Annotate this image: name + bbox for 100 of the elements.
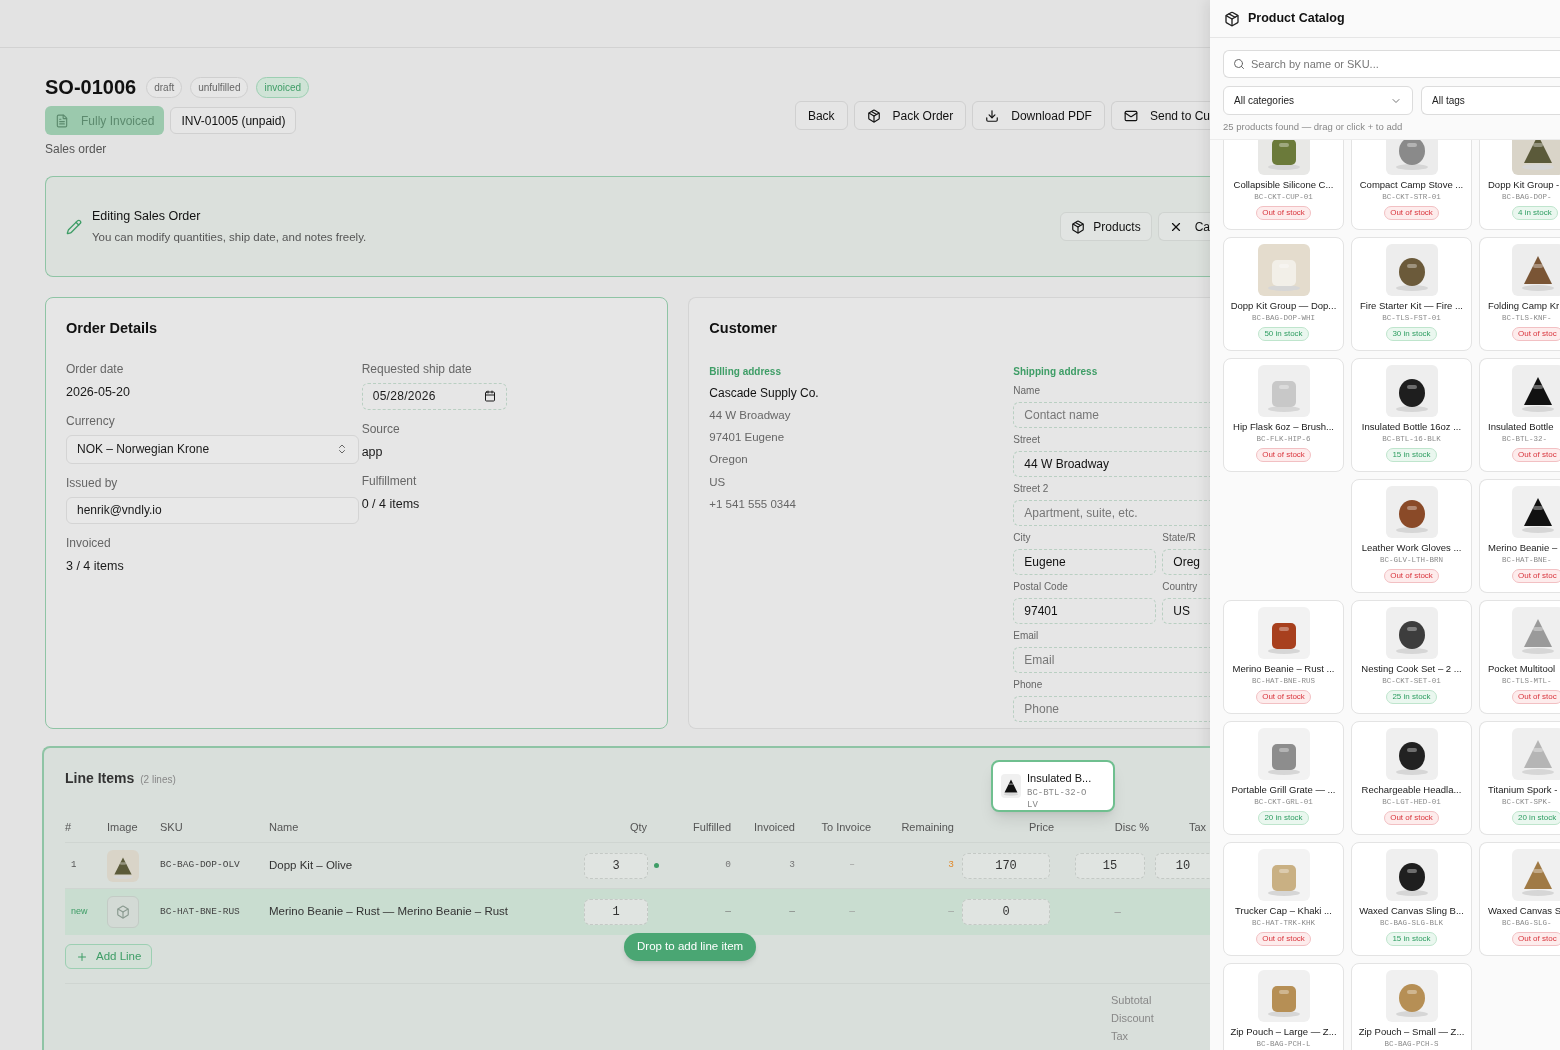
input-field[interactable]: Eugene (1013, 548, 1157, 575)
discount-field[interactable]: 15 (1075, 852, 1145, 879)
address-line: Oregon (709, 452, 749, 468)
plus-icon (76, 950, 88, 963)
search-field[interactable]: Search by name or SKU... (1223, 50, 1560, 78)
field-label: State/R (1162, 530, 1197, 545)
stock-badge: Out of stoc (1512, 690, 1560, 704)
table-cell-text: — (788, 904, 796, 919)
pencil-icon (66, 218, 82, 235)
table-cell-text: – (1114, 904, 1122, 920)
section-label: Shipping address (1013, 364, 1099, 379)
name-cell-text: Dopp Kit – Olive (269, 857, 354, 873)
field-label: Issued by (66, 474, 119, 492)
product-name: Rechargeable Headla... (1361, 784, 1462, 796)
table-cell-text: 3 (947, 858, 955, 873)
stock-badge: Out of stock (1384, 811, 1439, 825)
product-name: Merino Beanie – (1488, 542, 1558, 554)
search-icon (1233, 58, 1245, 70)
column-header: Invoiced (753, 820, 796, 836)
product-name: Compact Camp Stove ... (1359, 179, 1464, 191)
product-name: Hip Flask 6oz – Brush... (1233, 421, 1334, 433)
field-label: Postal Code (1013, 579, 1069, 594)
column-header: Name (269, 820, 300, 836)
product-name: Merino Beanie – Rust ... (1232, 663, 1335, 675)
calendar-icon (483, 390, 496, 403)
column-header: Disc % (1113, 820, 1150, 836)
status-badge: invoiced (256, 76, 310, 98)
stock-badge: 25 in stock (1386, 690, 1437, 704)
field-label: Fulfillment (361, 472, 418, 490)
input-field[interactable]: 97401 (1013, 597, 1157, 624)
card-title: Line Items (65, 769, 135, 788)
billing-name: Cascade Supply Co. (709, 384, 820, 402)
qty-field[interactable]: 3 (584, 852, 648, 879)
price-field[interactable]: 170 (962, 852, 1050, 879)
field-value: 3 / 4 items (66, 557, 125, 575)
total-label: Discount (1111, 1011, 1154, 1025)
banner-button[interactable]: Products (1060, 212, 1152, 241)
row-index: new (70, 905, 89, 919)
stock-badge: Out of stock (1256, 690, 1311, 704)
box-icon (116, 905, 130, 919)
field-label: Phone (1013, 677, 1044, 692)
column-header: Price (1027, 820, 1055, 836)
product-name: Insulated Bottle 16oz ... (1361, 421, 1462, 433)
stock-badge: Out of stock (1256, 448, 1311, 462)
product-name: Folding Camp Kr (1488, 300, 1560, 312)
address-line: US (709, 474, 727, 490)
document-icon (55, 113, 69, 128)
name-cell-text: Merino Beanie – Rust — Merino Beanie – Rust (269, 904, 510, 920)
product-name: Zip Pouch – Large — Z... (1230, 1026, 1337, 1038)
product-name: Zip Pouch – Small — Z... (1358, 1026, 1465, 1038)
field-value: 0 / 4 items (361, 495, 421, 513)
input-field[interactable]: henrik@vndly.io (66, 496, 359, 524)
banner-button[interactable]: Ca (1157, 212, 1210, 241)
package-icon (1071, 219, 1086, 234)
product-name: Trucker Cap – Khaki ... (1235, 905, 1332, 917)
stock-badge: Out of stock (1256, 932, 1311, 946)
field-label: Order date (66, 360, 125, 378)
stock-badge: 50 in stock (1258, 327, 1309, 341)
field-label: Street (1013, 432, 1041, 447)
result-summary: 25 products found — drag or click + to add (1223, 121, 1404, 133)
status-badge: draft (146, 76, 183, 98)
invoice-button[interactable]: INV-01005 (unpaid) (170, 107, 297, 134)
table-cell-text: — (724, 904, 732, 919)
field-label: Email (1013, 628, 1040, 643)
package-icon (1224, 10, 1240, 27)
product-name: Portable Grill Grate — ... (1231, 784, 1336, 796)
currency-select[interactable]: NOK – Norwegian Krone (66, 434, 359, 464)
product-name: Dopp Kit Group - (1488, 179, 1560, 191)
field-label: Source (361, 420, 401, 438)
line-count: (2 lines) (140, 773, 176, 787)
field-label: Name (1013, 383, 1041, 398)
stock-badge: Out of stoc (1512, 448, 1560, 462)
sku-cell-text: BC-BAG-DOP-OLV (160, 858, 241, 873)
date-field[interactable]: 05/28/2026 (361, 382, 507, 410)
action-button[interactable]: Download PDF (972, 101, 1105, 130)
qty-field[interactable]: 1 (584, 899, 648, 925)
action-button[interactable]: Send to Cu (1110, 101, 1210, 130)
action-button[interactable]: Back (794, 101, 848, 130)
stock-badge: 20 in stock (1258, 811, 1309, 825)
product-name: Titanium Spork - (1488, 784, 1558, 796)
field-label: Requested ship date (361, 360, 473, 378)
action-button[interactable]: Pack Order (853, 101, 967, 130)
column-header: Tax (1187, 820, 1207, 836)
category-select[interactable]: All categories (1223, 86, 1413, 115)
section-label: Billing address (709, 364, 782, 379)
page-subtitle: Sales order (45, 142, 108, 157)
status-badge: unfulfilled (190, 76, 249, 98)
row-index: 1 (70, 858, 78, 872)
tax-field[interactable]: 10 (1155, 852, 1210, 879)
address-line: 44 W Broadway (709, 407, 792, 423)
package-icon (866, 108, 881, 123)
download-icon (985, 108, 1000, 123)
field-label: Currency (66, 412, 116, 430)
price-field[interactable]: 0 (962, 899, 1050, 925)
tag-select[interactable]: All tags (1421, 86, 1560, 115)
field-label: Street 2 (1013, 481, 1050, 496)
order-number: SO-01006 (45, 75, 137, 100)
table-cell-text: 3 (788, 858, 796, 873)
drop-hint: Drop to add line item (624, 933, 757, 961)
card-title: Order Details (66, 319, 159, 338)
